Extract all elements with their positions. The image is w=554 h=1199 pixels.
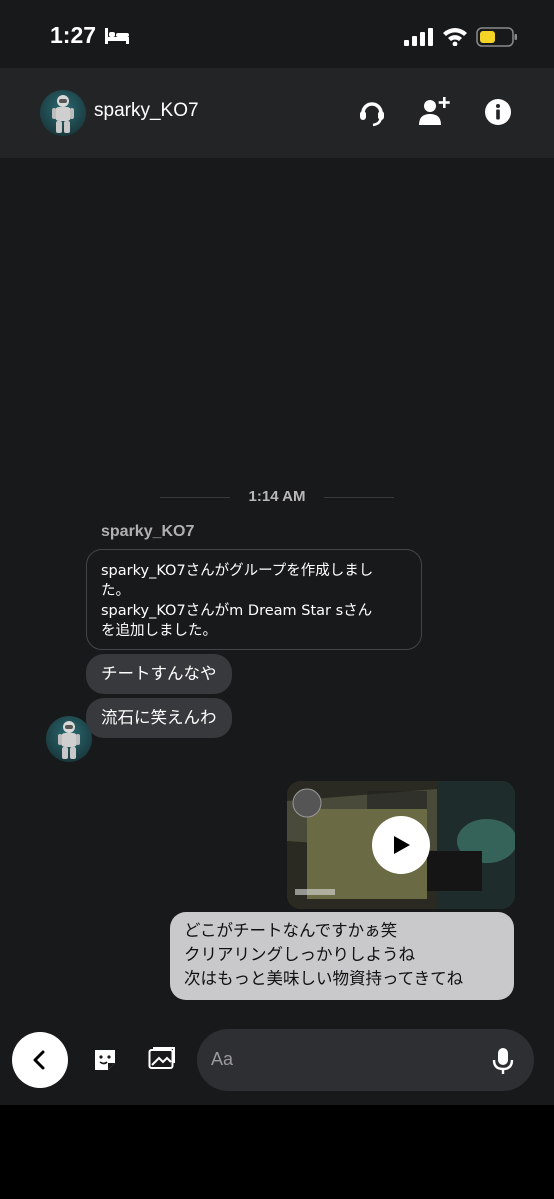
system-message-line: た。 — [101, 583, 130, 599]
timestamp-divider-left — [160, 497, 230, 498]
back-icon — [33, 1050, 45, 1070]
chat-username[interactable]: sparky_KO7 — [94, 100, 199, 122]
incoming-message[interactable]: チートすんなや — [86, 654, 232, 694]
sender-name: sparky_KO7 — [101, 523, 195, 540]
signal-icon — [404, 28, 433, 46]
system-message-line: を追加しました。 — [101, 623, 217, 639]
system-message-line: sparky_KO7さんがグループを作成しまし — [101, 563, 374, 579]
message-input-placeholder: Aa — [211, 1049, 234, 1069]
sticker-icon[interactable] — [92, 1047, 118, 1073]
gallery-icon[interactable] — [148, 1047, 176, 1071]
outgoing-message-line: どこがチートなんですかぁ笑 — [184, 921, 398, 940]
system-message-line: sparky_KO7さんがm Dream Star sさん — [101, 603, 373, 619]
back-button[interactable] — [12, 1032, 68, 1088]
astronaut-avatar-icon — [58, 721, 80, 759]
info-icon[interactable] — [484, 98, 512, 126]
outgoing-message[interactable]: どこがチートなんですかぁ笑 クリアリングしっかりしようね 次はもっと美味しい物資… — [170, 912, 514, 1000]
astronaut-avatar-icon — [52, 95, 74, 133]
add-user-icon[interactable] — [416, 94, 452, 128]
status-time: 1:27 — [50, 22, 97, 48]
system-message-bubble: sparky_KO7さんがグループを作成しまし た。 sparky_KO7さんが… — [86, 549, 422, 650]
call-icon[interactable] — [356, 96, 388, 128]
mic-icon[interactable] — [492, 1047, 514, 1075]
timestamp-divider-right — [324, 497, 394, 498]
battery-icon — [476, 27, 517, 47]
play-button[interactable] — [372, 816, 430, 874]
chat-screen: 1:27 sparky_KO7 1:14 AM sparky_KO7 spark… — [0, 0, 554, 1105]
chat-header: sparky_KO7 — [0, 68, 554, 158]
bed-icon — [105, 28, 129, 44]
outgoing-message-line: 次はもっと美味しい物資持ってきてね — [184, 969, 464, 988]
incoming-message[interactable]: 流石に笑えんわ — [86, 698, 232, 738]
video-message[interactable] — [287, 781, 515, 909]
sender-avatar[interactable] — [46, 716, 92, 762]
wifi-icon — [443, 28, 467, 46]
avatar[interactable] — [40, 90, 86, 136]
chat-timestamp: 1:14 AM — [248, 488, 306, 505]
outgoing-message-line: クリアリングしっかりしようね — [184, 945, 415, 964]
play-icon — [394, 836, 410, 854]
status-bar: 1:27 — [0, 0, 554, 68]
message-composer: Aa — [0, 1020, 554, 1105]
message-input[interactable]: Aa — [197, 1029, 534, 1091]
